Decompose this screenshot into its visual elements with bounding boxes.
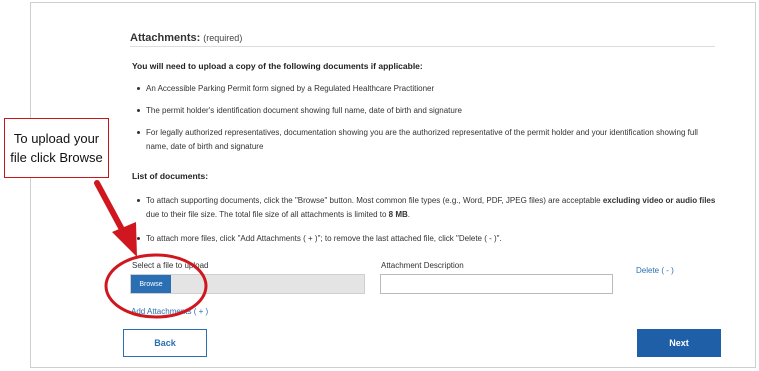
upload-callout: To upload your file click Browse xyxy=(4,118,109,178)
annotation-overlay xyxy=(94,180,208,319)
callout-arrow-head xyxy=(112,222,137,257)
browse-highlight-circle xyxy=(104,253,208,319)
